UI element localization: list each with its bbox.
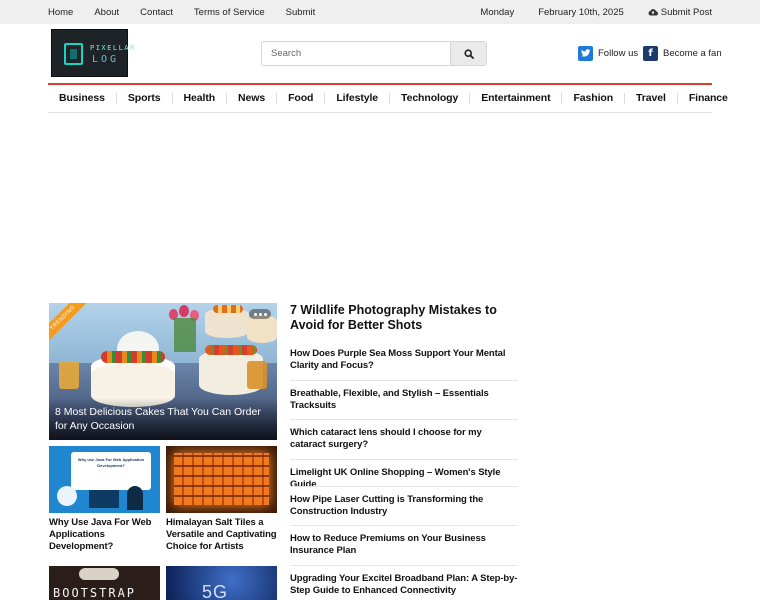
nav-item-sports[interactable]: Sports [117,93,173,104]
search-icon [463,48,474,59]
nav-item-finance[interactable]: Finance [678,93,739,104]
top-link-terms[interactable]: Terms of Service [194,7,265,18]
list-item[interactable]: Breathable, Flexible, and Stylish – Esse… [290,388,518,412]
cloud-upload-icon [648,9,658,16]
cake-image [247,315,277,343]
slider-dots[interactable] [249,309,271,319]
nav-item-technology[interactable]: Technology [390,93,471,104]
nav-item-fashion[interactable]: Fashion [562,93,626,104]
search-input[interactable] [262,42,450,65]
follow-us-label: Follow us [598,47,639,59]
5g-image-text: 5G [202,582,229,600]
site-logo[interactable]: PIXELLAR LOG [51,29,134,77]
bootstrap-image-text: BOOTSTRAP [53,586,137,600]
logo-text-bottom: LOG [92,54,120,65]
list-item[interactable]: How to Reduce Premiums on Your Business … [290,533,518,557]
nav-item-travel[interactable]: Travel [625,93,678,104]
top-link-contact[interactable]: Contact [140,7,173,18]
facebook-icon: f [643,45,658,61]
bootstrap-article-image[interactable]: BOOTSTRAP [49,566,160,600]
follow-us-link[interactable]: Follow us [578,45,638,61]
top-bar: Home About Contact Terms of Service Subm… [0,0,760,24]
salt-tiles-article-title[interactable]: Himalayan Salt Tiles a Versatile and Cap… [166,517,279,553]
salt-tiles-article-image[interactable] [166,446,277,513]
twitter-icon [578,45,593,61]
nav-item-entertainment[interactable]: Entertainment [470,93,563,104]
submit-post-link[interactable]: Submit Post [648,7,712,18]
nav-item-business[interactable]: Business [48,93,117,104]
search-button[interactable] [450,42,486,65]
submit-post-label: Submit Post [660,6,712,18]
5g-article-image[interactable]: 5G [166,566,277,600]
current-day: Monday [480,6,515,18]
top-link-submit[interactable]: Submit [286,7,316,18]
nav-item-health[interactable]: Health [173,93,228,104]
featured-slider[interactable]: TRENDING 8 Most Delicious Cakes That You… [49,303,277,440]
current-date: February 10th, 2025 [538,6,624,18]
become-a-fan-link[interactable]: f Become a fan [643,45,722,61]
java-article-image[interactable]: Why use Java For Web Application Develop… [49,446,160,513]
featured-title[interactable]: 8 Most Delicious Cakes That You Can Orde… [55,405,273,433]
list-item[interactable]: How Pipe Laser Cutting is Transforming t… [290,494,518,518]
nav-item-lifestyle[interactable]: Lifestyle [325,93,391,104]
logo-text-top: PIXELLAR [90,44,136,52]
top-links: Home About Contact Terms of Service Subm… [48,0,336,24]
java-article-title[interactable]: Why Use Java For Web Applications Develo… [49,517,162,553]
flower-vase-image [165,305,205,353]
logo-mark-icon [64,43,83,65]
list-item[interactable]: Limelight UK Online Shopping – Women's S… [290,467,518,491]
java-image-text: Why use Java For Web Application Develop… [77,457,145,468]
list-item[interactable]: Upgrading Your Excitel Broadband Plan: A… [290,573,518,597]
nav-item-news[interactable]: News [227,93,278,104]
top-right: Monday February 10th, 2025 Submit Post [456,0,712,24]
top-link-about[interactable]: About [94,7,119,18]
list-item[interactable]: Which cataract lens should I choose for … [290,427,518,451]
list-item[interactable]: How Does Purple Sea Moss Support Your Me… [290,348,518,372]
become-a-fan-label: Become a fan [663,47,722,59]
lead-article-title[interactable]: 7 Wildlife Photography Mistakes to Avoid… [290,303,518,333]
search-box [261,41,487,66]
main-nav: Business Sports Health News Food Lifesty… [48,85,728,113]
nav-item-food[interactable]: Food [277,93,326,104]
top-link-home[interactable]: Home [48,7,73,18]
